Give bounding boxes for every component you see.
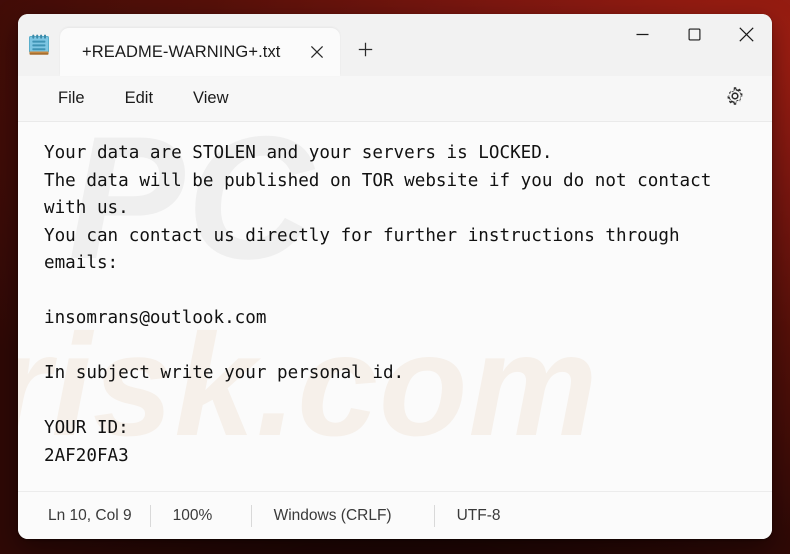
titlebar[interactable]: +README-WARNING+.txt <box>18 14 772 76</box>
close-icon[interactable] <box>300 35 334 69</box>
status-cursor-position: Ln 10, Col 9 <box>48 506 132 524</box>
minimize-button[interactable] <box>616 14 668 60</box>
notepad-window: +README-WARNING+.txt File Edit View PC r… <box>18 14 772 539</box>
gear-icon <box>725 86 745 111</box>
status-divider <box>149 504 151 527</box>
menu-item-view[interactable]: View <box>179 84 242 113</box>
status-line-ending[interactable]: Windows (CRLF) <box>274 503 434 529</box>
minimize-icon <box>635 27 650 47</box>
tab-readme-warning[interactable]: +README-WARNING+.txt <box>60 28 340 76</box>
status-divider <box>433 504 435 527</box>
window-controls <box>616 14 772 60</box>
notepad-icon <box>18 14 60 76</box>
tab-title: +README-WARNING+.txt <box>82 42 281 61</box>
new-tab-button[interactable] <box>342 28 388 76</box>
ransom-note-text[interactable]: Your data are STOLEN and your servers is… <box>18 122 772 478</box>
status-encoding[interactable]: UTF-8 <box>457 503 519 529</box>
menubar: File Edit View <box>18 76 772 122</box>
menu-item-edit[interactable]: Edit <box>111 84 167 113</box>
plus-icon <box>358 42 373 62</box>
maximize-button[interactable] <box>668 14 720 60</box>
maximize-icon <box>687 27 702 47</box>
editor-area[interactable]: PC risk.com Your data are STOLEN and you… <box>18 122 772 491</box>
status-zoom-level[interactable]: 100% <box>173 503 251 529</box>
menu-item-file[interactable]: File <box>44 84 99 113</box>
statusbar: Ln 10, Col 9 100% Windows (CRLF) UTF-8 <box>18 491 772 539</box>
close-icon <box>738 26 755 48</box>
status-divider <box>250 504 252 527</box>
close-button[interactable] <box>720 14 772 60</box>
settings-button[interactable] <box>716 82 754 116</box>
